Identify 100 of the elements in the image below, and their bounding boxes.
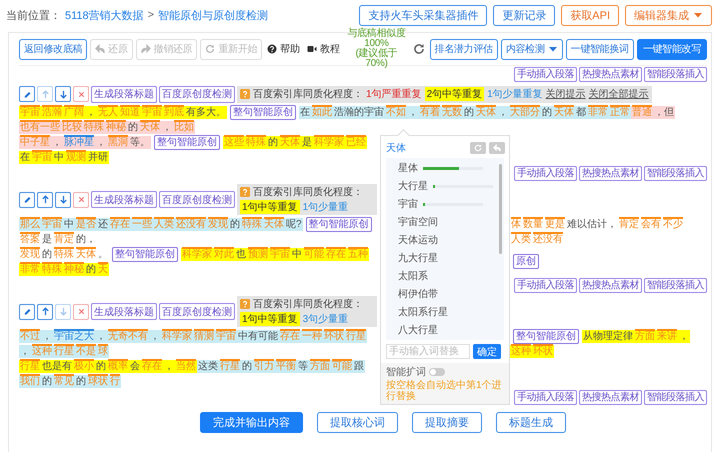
marked-word[interactable]: 特殊 (42, 262, 62, 276)
marked-word[interactable]: 有着 (420, 105, 440, 118)
marked-word[interactable]: 人类 (154, 217, 174, 230)
marked-word[interactable]: 常见 (54, 374, 74, 387)
toolbar-button[interactable]: 内容检测 (500, 38, 563, 60)
toggle-switch[interactable] (429, 368, 445, 376)
marked-word[interactable]: 无人 (98, 105, 118, 118)
marked-word[interactable]: 宇宙 (270, 247, 290, 260)
marked-word[interactable]: 如此 (312, 105, 332, 118)
marked-word[interactable]: 行 (110, 374, 120, 387)
insert-button[interactable]: 手动插入段落 (514, 166, 577, 181)
marked-word[interactable]: 宇宙 (216, 329, 236, 342)
insert-button[interactable]: 手动插入段落 (514, 67, 577, 82)
suggestion-word[interactable]: 柯伊伯带 (398, 287, 438, 301)
rewrite-sentence-button[interactable]: 整句智能原创 (513, 328, 579, 344)
marked-word[interactable]: 我们 (20, 374, 40, 387)
tutorial-link[interactable]: 教程 (305, 42, 342, 56)
move-down-button[interactable] (55, 192, 71, 208)
edit-button[interactable] (19, 86, 35, 102)
marked-word[interactable]: 已经 (346, 135, 366, 148)
marked-word[interactable]: 大部分 (510, 105, 540, 118)
marked-word[interactable]: 天体 (264, 217, 284, 230)
marked-word[interactable]: 无奇不有 (108, 329, 148, 342)
marked-word[interactable]: 存在 (110, 217, 130, 230)
marked-word[interactable]: 一种 (302, 329, 322, 342)
marked-word[interactable]: 肯定 (619, 217, 639, 230)
insert-button[interactable]: 智能段落插入 (644, 166, 707, 181)
header-button[interactable]: 编辑器集成 (625, 4, 712, 26)
suggestion-word[interactable]: 八大行星 (398, 323, 438, 337)
marked-word[interactable]: 行星 (346, 329, 366, 342)
marked-word[interactable]: 宇宙 (42, 217, 62, 230)
toolbar-button[interactable]: 返回修改底稿 (19, 38, 88, 60)
marked-word[interactable]: 天体 (140, 120, 160, 134)
replace-input-field[interactable]: 手动输入词替换 (386, 344, 470, 359)
paragraph-action-button[interactable]: 百度原创度检测 (159, 86, 235, 102)
marked-word[interactable]: 不少 (663, 217, 683, 230)
marked-word[interactable]: 非常 (588, 105, 608, 118)
marked-word[interactable]: 猜测 (194, 329, 214, 342)
suggestion-word[interactable]: 太阳系 (398, 269, 428, 283)
edit-button[interactable] (19, 192, 35, 208)
marked-word[interactable]: 到底 (164, 105, 184, 118)
marked-word[interactable]: 科学家 (314, 135, 344, 148)
marked-word[interactable]: 脉冲星 (64, 135, 94, 148)
marked-word[interactable]: 环状 (324, 329, 344, 342)
rewrite-sentence-button[interactable]: 原创 (513, 254, 539, 270)
marked-word[interactable]: 天体 (476, 105, 496, 118)
header-button[interactable]: 获取API (561, 4, 619, 26)
marked-word[interactable]: 特殊 (242, 217, 262, 230)
marked-word[interactable]: 方面 (635, 329, 655, 342)
marked-word[interactable]: 不如 (386, 105, 406, 118)
action-button[interactable]: 提取摘要 (412, 412, 482, 433)
marked-word[interactable]: 特殊 (84, 120, 104, 134)
marked-word[interactable]: 中子星 (20, 135, 50, 148)
marked-word[interactable]: 是否 (76, 217, 96, 230)
marked-word[interactable]: 这种 (32, 344, 52, 357)
marked-word[interactable]: 可能 (304, 247, 324, 260)
insert-button[interactable]: 智能段落插入 (644, 278, 707, 293)
marked-word[interactable]: 行星 (220, 359, 240, 372)
marked-word[interactable]: 科学家 (182, 247, 212, 260)
confirm-button[interactable]: 确定 (473, 344, 501, 359)
suggestion-word[interactable]: 宇宙 (398, 197, 418, 211)
marked-word[interactable]: 极小 (74, 359, 94, 372)
help-link[interactable]: 帮助 (265, 42, 302, 56)
marked-word[interactable]: 可能 (332, 359, 352, 372)
marked-word[interactable]: 预测 (248, 247, 268, 260)
marked-word[interactable]: 引力 (254, 359, 274, 372)
marked-word[interactable]: 概率 (108, 359, 128, 372)
marked-word[interactable]: 这些 (224, 135, 244, 148)
rewrite-sentence-button[interactable]: 整句智能原创 (230, 104, 296, 120)
marked-word[interactable]: 来讲 (657, 329, 677, 342)
marked-word[interactable]: 黑洞 (108, 135, 128, 148)
close-tip-link[interactable]: 关闭提示 (546, 87, 586, 101)
undo-button[interactable] (489, 142, 505, 154)
marked-word[interactable]: 发现 (20, 247, 40, 260)
marked-word[interactable]: 浩瀚 (42, 105, 62, 118)
suggestion-word[interactable]: 星体 (398, 161, 418, 175)
paragraph-action-button[interactable]: 生成段落标题 (91, 191, 157, 208)
marked-word[interactable]: 更是 (545, 217, 565, 230)
marked-word[interactable]: 五种 (348, 247, 368, 260)
delete-button[interactable] (73, 304, 89, 320)
marked-word[interactable]: 观测 (66, 150, 86, 164)
move-down-button[interactable] (55, 86, 71, 102)
marked-word[interactable]: 存在 (326, 247, 346, 260)
marked-word[interactable]: 不过 (20, 329, 40, 342)
marked-word[interactable]: 答案 (20, 232, 40, 246)
marked-word[interactable]: 发现 (208, 217, 228, 230)
marked-word[interactable]: 特殊 (246, 135, 266, 148)
toolbar-button[interactable]: 一键智能换词 (566, 38, 634, 60)
rewrite-sentence-button[interactable]: 整句智能原创 (154, 134, 220, 150)
marked-word[interactable]: 宇宙 (32, 150, 52, 164)
marked-word[interactable]: 存在 (142, 359, 162, 372)
marked-word[interactable]: 神秘 (106, 120, 126, 134)
insert-button[interactable]: 智能段落插入 (644, 67, 707, 82)
marked-word[interactable]: 对此 (214, 247, 234, 260)
header-button[interactable]: 更新记录 (493, 4, 556, 26)
rewrite-sentence-button[interactable]: 整句智能原创 (112, 246, 178, 262)
marked-word[interactable]: 球状 (88, 374, 108, 387)
marked-word[interactable]: 也有一些 (20, 120, 60, 134)
insert-button[interactable]: 热搜热点素材 (579, 67, 642, 82)
edit-button[interactable] (19, 304, 35, 320)
